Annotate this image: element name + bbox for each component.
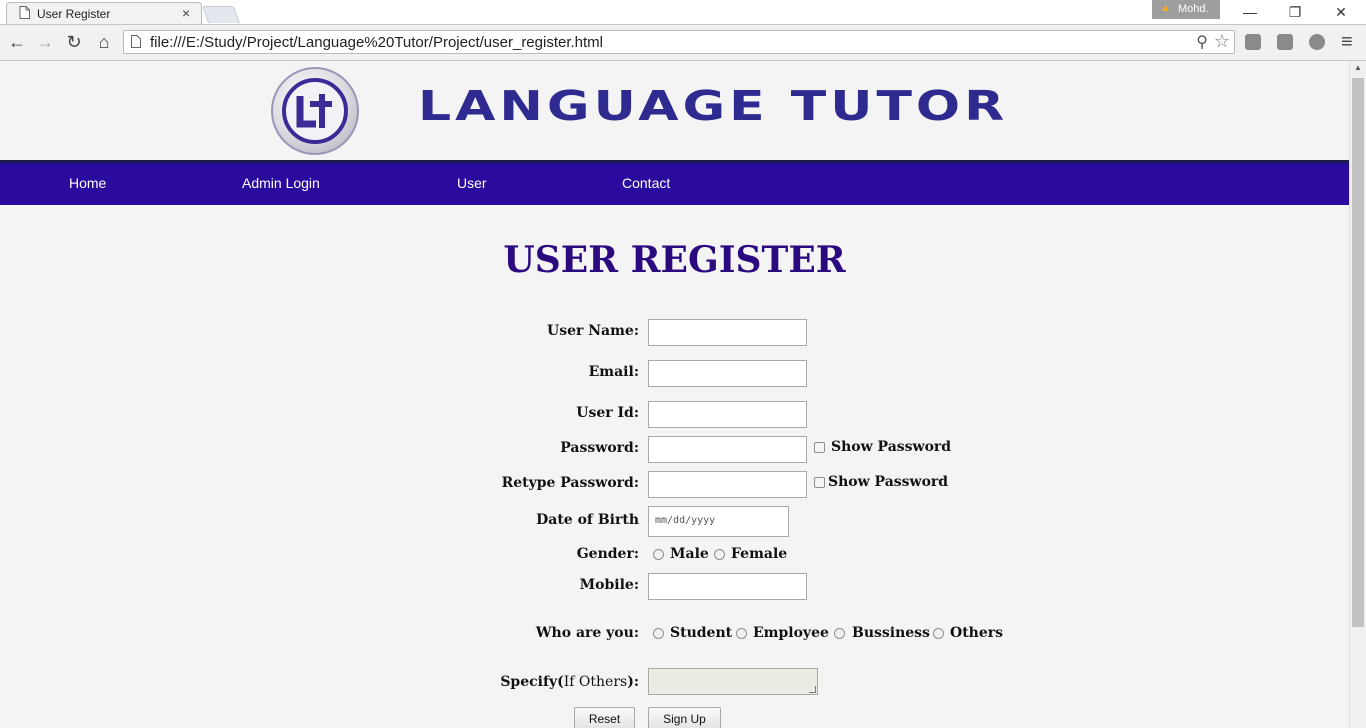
- who-employee-label: Employee: [753, 625, 829, 641]
- gender-male-radio[interactable]: [653, 549, 664, 560]
- password-label: Password:: [560, 440, 639, 456]
- address-bar[interactable]: file:///E:/Study/Project/Language%20Tuto…: [123, 30, 1235, 54]
- browser-toolbar: ← → ↻ ⌂ file:///E:/Study/Project/Languag…: [0, 25, 1366, 61]
- page-title: USER REGISTER: [503, 239, 846, 281]
- zoom-icon[interactable]: ⚲: [1196, 32, 1208, 52]
- site-logo: [271, 67, 359, 155]
- user-id-label: User Id:: [576, 405, 639, 421]
- page-icon: [131, 35, 141, 48]
- site-brand-title: LANGUAGE TUTOR: [418, 83, 1009, 131]
- mobile-label: Mobile:: [579, 577, 639, 593]
- tab-title: User Register: [37, 7, 111, 21]
- bookmark-star-icon[interactable]: ☆: [1214, 31, 1230, 52]
- dob-label: Date of Birth: [536, 512, 639, 528]
- close-tab-icon[interactable]: ×: [182, 6, 190, 20]
- specify-textarea[interactable]: [648, 668, 818, 695]
- logo-ring: [282, 78, 348, 144]
- vertical-scrollbar[interactable]: ▲: [1349, 61, 1366, 728]
- site-header: LANGUAGE TUTOR: [0, 61, 1349, 160]
- forward-icon[interactable]: →: [34, 32, 56, 52]
- back-icon[interactable]: ←: [6, 32, 28, 52]
- scroll-up-icon[interactable]: ▲: [1354, 63, 1362, 72]
- gender-female-label: Female: [731, 546, 788, 562]
- extension-icon[interactable]: [1245, 34, 1261, 50]
- page-viewport: LANGUAGE TUTOR Home Admin Login User Con…: [0, 61, 1349, 728]
- nav-contact[interactable]: Contact: [622, 175, 670, 191]
- close-window-button[interactable]: ✕: [1326, 2, 1356, 22]
- new-tab-button[interactable]: [201, 6, 241, 23]
- gender-male-label: Male: [670, 546, 709, 562]
- nav-admin-login[interactable]: Admin Login: [242, 175, 320, 191]
- minimize-button[interactable]: —: [1235, 2, 1265, 22]
- who-student-radio[interactable]: [653, 628, 664, 639]
- nav-home[interactable]: Home: [69, 175, 106, 191]
- home-icon[interactable]: ⌂: [93, 32, 115, 52]
- main-nav: Home Admin Login User Contact: [0, 160, 1349, 205]
- user-name-input[interactable]: [648, 319, 807, 346]
- browser-tab[interactable]: User Register ×: [6, 2, 202, 24]
- who-are-you-label: Who are you:: [535, 625, 639, 641]
- who-others-radio[interactable]: [933, 628, 944, 639]
- mobile-input[interactable]: [648, 573, 807, 600]
- show-retype-password-label: Show Password: [828, 474, 949, 490]
- menu-icon[interactable]: ≡: [1341, 31, 1353, 54]
- specify-label: Specify(If Others):: [379, 674, 639, 690]
- user-id-input[interactable]: [648, 401, 807, 428]
- logo-lt-icon: [296, 94, 332, 128]
- reset-button[interactable]: Reset: [574, 707, 635, 728]
- email-input[interactable]: [648, 360, 807, 387]
- show-password-label: Show Password: [831, 439, 952, 455]
- retype-password-label: Retype Password:: [501, 475, 639, 491]
- reload-icon[interactable]: ↻: [63, 32, 85, 52]
- url-text: file:///E:/Study/Project/Language%20Tuto…: [150, 34, 604, 51]
- gender-label: Gender:: [576, 546, 639, 562]
- signup-button[interactable]: Sign Up: [648, 707, 721, 728]
- page-icon: [19, 6, 30, 19]
- dob-placeholder: mm/dd/yyyy: [655, 515, 716, 526]
- extension-icon[interactable]: [1309, 34, 1325, 50]
- who-others-label: Others: [950, 625, 1004, 641]
- password-input[interactable]: [648, 436, 807, 463]
- profile-badge[interactable]: ▲ Mohd.: [1152, 0, 1220, 19]
- who-employee-radio[interactable]: [736, 628, 747, 639]
- nav-user[interactable]: User: [457, 175, 487, 191]
- who-student-label: Student: [670, 625, 733, 641]
- resize-grip-icon[interactable]: [809, 686, 816, 693]
- scrollbar-thumb[interactable]: [1352, 78, 1364, 627]
- specify-label-suffix: ):: [627, 674, 639, 690]
- gender-female-radio[interactable]: [714, 549, 725, 560]
- title-bar: User Register × ▲ Mohd. — ❐ ✕: [0, 0, 1366, 25]
- who-business-radio[interactable]: [834, 628, 845, 639]
- user-name-label: User Name:: [546, 323, 639, 339]
- show-retype-password-checkbox[interactable]: [814, 477, 825, 488]
- restore-button[interactable]: ❐: [1280, 2, 1310, 22]
- show-password-checkbox[interactable]: [814, 442, 825, 453]
- specify-label-hint: If Others: [563, 674, 628, 690]
- extension-icon[interactable]: [1277, 34, 1293, 50]
- email-label: Email:: [588, 364, 639, 380]
- profile-name: Mohd.: [1178, 3, 1209, 15]
- specify-label-prefix: Specify(: [500, 674, 564, 690]
- dob-input[interactable]: mm/dd/yyyy: [648, 506, 789, 537]
- retype-password-input[interactable]: [648, 471, 807, 498]
- warning-icon: ▲: [1160, 2, 1171, 14]
- who-business-label: Bussiness: [852, 625, 930, 641]
